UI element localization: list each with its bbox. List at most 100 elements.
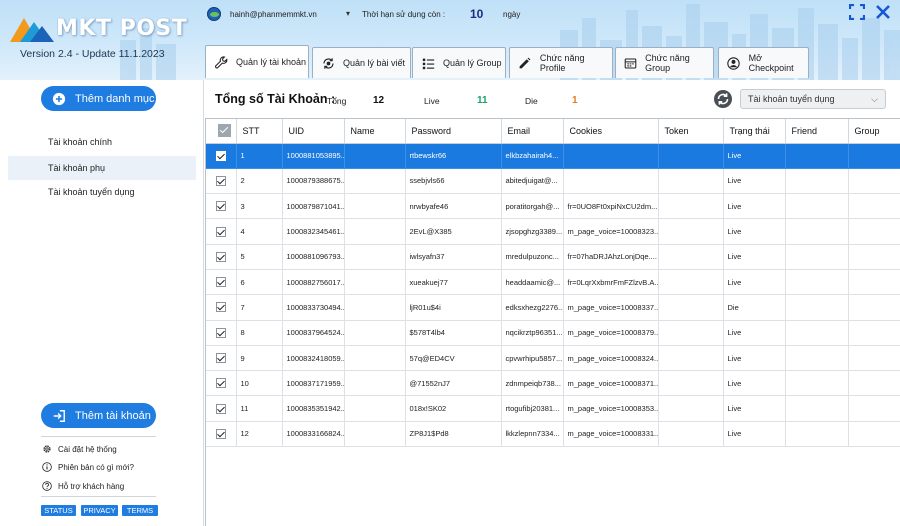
table-row[interactable]: 7 1000833730494... ljR01u$4i edksxhezg2276.… bbox=[206, 294, 900, 321]
user-circle-icon bbox=[727, 56, 741, 70]
cell-name bbox=[344, 193, 406, 220]
column-header-friend[interactable]: Friend bbox=[785, 119, 849, 144]
cell-status: Live bbox=[723, 218, 786, 245]
row-checkbox[interactable] bbox=[206, 218, 237, 245]
row-checkbox[interactable] bbox=[206, 370, 237, 397]
table-row[interactable]: 2 1000879388675... ssebjvls66 abitedjuigat@… bbox=[206, 168, 900, 195]
menu-system-settings[interactable]: Cài đặt hệ thống bbox=[42, 442, 117, 456]
maximize-icon[interactable] bbox=[848, 3, 866, 22]
menu-whats-new[interactable]: Phiên bản có gì mới? bbox=[42, 460, 134, 474]
cell-group bbox=[848, 218, 900, 245]
cell-token bbox=[658, 345, 724, 372]
column-header-uid[interactable]: UID bbox=[282, 119, 345, 144]
plus-circle-icon bbox=[51, 91, 67, 107]
table-row[interactable]: 12 1000833166824... ZP8J1$Pd8 lkkzlepnn7334… bbox=[206, 421, 900, 448]
cell-email: lkkzlepnn7334... bbox=[501, 421, 564, 448]
refresh-icon[interactable] bbox=[714, 90, 732, 108]
cell-uid: 1000835351942... bbox=[282, 395, 345, 422]
row-checkbox[interactable] bbox=[206, 168, 237, 195]
add-account-button[interactable]: Thêm tài khoản bbox=[41, 403, 156, 428]
column-header-cookies[interactable]: Cookies bbox=[563, 119, 659, 144]
row-checkbox[interactable] bbox=[206, 294, 237, 321]
column-header-stt[interactable]: STT bbox=[236, 119, 283, 144]
cell-password: $578T4lb4 bbox=[405, 320, 502, 346]
row-checkbox[interactable] bbox=[206, 320, 237, 346]
sidebar-item-main-accounts[interactable]: Tài khoản chính bbox=[8, 130, 196, 154]
cell-cookies: fr=07haDRJAhzLonjDqe.... bbox=[563, 244, 659, 270]
select-all-checkbox[interactable] bbox=[206, 119, 237, 144]
cell-status: Live bbox=[723, 395, 786, 422]
add-category-button[interactable]: Thêm danh mục bbox=[41, 86, 156, 111]
row-checkbox[interactable] bbox=[206, 421, 237, 448]
cell-uid: 1000881096793... bbox=[282, 244, 345, 270]
column-header-name[interactable]: Name bbox=[344, 119, 406, 144]
user-email[interactable]: hainh@phanmemmkt.vn bbox=[230, 10, 317, 19]
column-header-token[interactable]: Token bbox=[658, 119, 724, 144]
list-icon bbox=[421, 56, 435, 70]
table-row[interactable]: 11 1000835351942... 018x!SK02 rtogufibj2038… bbox=[206, 395, 900, 422]
cell-group bbox=[848, 193, 900, 220]
column-header-group[interactable]: Group bbox=[848, 119, 900, 144]
table-row[interactable]: 5 1000881096793... iwlsyafn37 mredulpuzonc.… bbox=[206, 244, 900, 270]
column-header-password[interactable]: Password bbox=[405, 119, 502, 144]
tab-account-management[interactable]: Quản lý tài khoản bbox=[205, 45, 309, 78]
cell-friend bbox=[785, 370, 849, 397]
help-icon bbox=[42, 481, 52, 491]
chevron-down-icon[interactable]: ▾ bbox=[346, 9, 350, 18]
logo-text: MKT POST bbox=[56, 16, 188, 41]
pencil-icon bbox=[518, 56, 532, 70]
cell-stt: 8 bbox=[236, 320, 283, 346]
cell-group bbox=[848, 345, 900, 372]
sidebar-item-recruitment-accounts[interactable]: Tài khoản tuyển dụng bbox=[8, 180, 196, 204]
row-checkbox[interactable] bbox=[206, 395, 237, 422]
cell-group bbox=[848, 143, 900, 169]
row-checkbox[interactable] bbox=[206, 193, 237, 220]
category-select[interactable]: Tài khoản tuyển dụng ⌵ bbox=[740, 89, 886, 109]
cell-stt: 2 bbox=[236, 168, 283, 195]
tab-profile-functions[interactable]: Chức năng Profile bbox=[509, 47, 613, 78]
close-icon[interactable] bbox=[874, 4, 892, 22]
menu-customer-support[interactable]: Hỗ trợ khách hàng bbox=[42, 479, 124, 493]
tab-group-management[interactable]: Quản lý Group bbox=[412, 47, 506, 78]
row-checkbox[interactable] bbox=[206, 269, 237, 296]
cell-password: @71552nJ7 bbox=[405, 370, 502, 397]
cell-friend bbox=[785, 244, 849, 270]
column-header-status[interactable]: Trạng thái bbox=[723, 119, 786, 144]
sidebar-item-sub-accounts[interactable]: Tài khoản phụ bbox=[8, 156, 196, 180]
cell-cookies: fr=0LqrXxbmrFmFZlzvB.A... bbox=[563, 269, 659, 296]
table-row[interactable]: 9 1000832418059... 57q@ED4CV cpvwrhipu5857.… bbox=[206, 345, 900, 372]
cell-uid: 1000837171959... bbox=[282, 370, 345, 397]
row-checkbox[interactable] bbox=[206, 345, 237, 372]
cell-status: Live bbox=[723, 143, 786, 169]
cell-token bbox=[658, 320, 724, 346]
terms-link[interactable]: TERMS bbox=[122, 505, 158, 516]
privacy-link[interactable]: PRIVACY bbox=[81, 505, 118, 516]
cell-email: zjsopghzg3389... bbox=[501, 218, 564, 245]
total-value: 12 bbox=[373, 95, 385, 106]
tab-open-checkpoint[interactable]: Mở Checkpoint bbox=[718, 47, 809, 78]
cell-email: nqcikrztp96351... bbox=[501, 320, 564, 346]
cell-email: cpvwrhipu5857... bbox=[501, 345, 564, 372]
cell-status: Live bbox=[723, 193, 786, 220]
row-checkbox[interactable] bbox=[206, 143, 237, 169]
user-avatar[interactable] bbox=[207, 7, 221, 21]
accounts-table: STT UID Name Password Email Cookies Toke… bbox=[205, 118, 900, 526]
table-row[interactable]: 6 1000882756017... xueakuej77 headdaamic@..… bbox=[206, 269, 900, 296]
table-row[interactable]: 8 1000837964524... $578T4lb4 nqcikrztp96351… bbox=[206, 320, 900, 346]
cell-status: Live bbox=[723, 168, 786, 195]
cell-uid: 1000832345461... bbox=[282, 218, 345, 245]
table-row[interactable]: 4 1000832345461... 2EvL@X385 zjsopghzg3389.… bbox=[206, 218, 900, 245]
cell-token bbox=[658, 143, 724, 169]
cell-cookies bbox=[563, 168, 659, 195]
table-row[interactable]: 1 1000881053895... rtbewskr66 elkbzahairah4… bbox=[206, 143, 900, 169]
table-row[interactable]: 3 1000879871041... nrwbyafe46 poratitorgah@… bbox=[206, 193, 900, 220]
cell-cookies: m_page_voice=10008353... bbox=[563, 395, 659, 422]
status-link[interactable]: STATUS bbox=[41, 505, 76, 516]
row-checkbox[interactable] bbox=[206, 244, 237, 270]
cell-stt: 11 bbox=[236, 395, 283, 422]
table-row[interactable]: 10 1000837171959... @71552nJ7 zdnmpeiqb738.… bbox=[206, 370, 900, 397]
tab-group-functions[interactable]: Chức năng Group bbox=[615, 47, 714, 78]
tab-post-management[interactable]: Quản lý bài viết bbox=[312, 47, 411, 78]
cell-group bbox=[848, 320, 900, 346]
column-header-email[interactable]: Email bbox=[501, 119, 564, 144]
